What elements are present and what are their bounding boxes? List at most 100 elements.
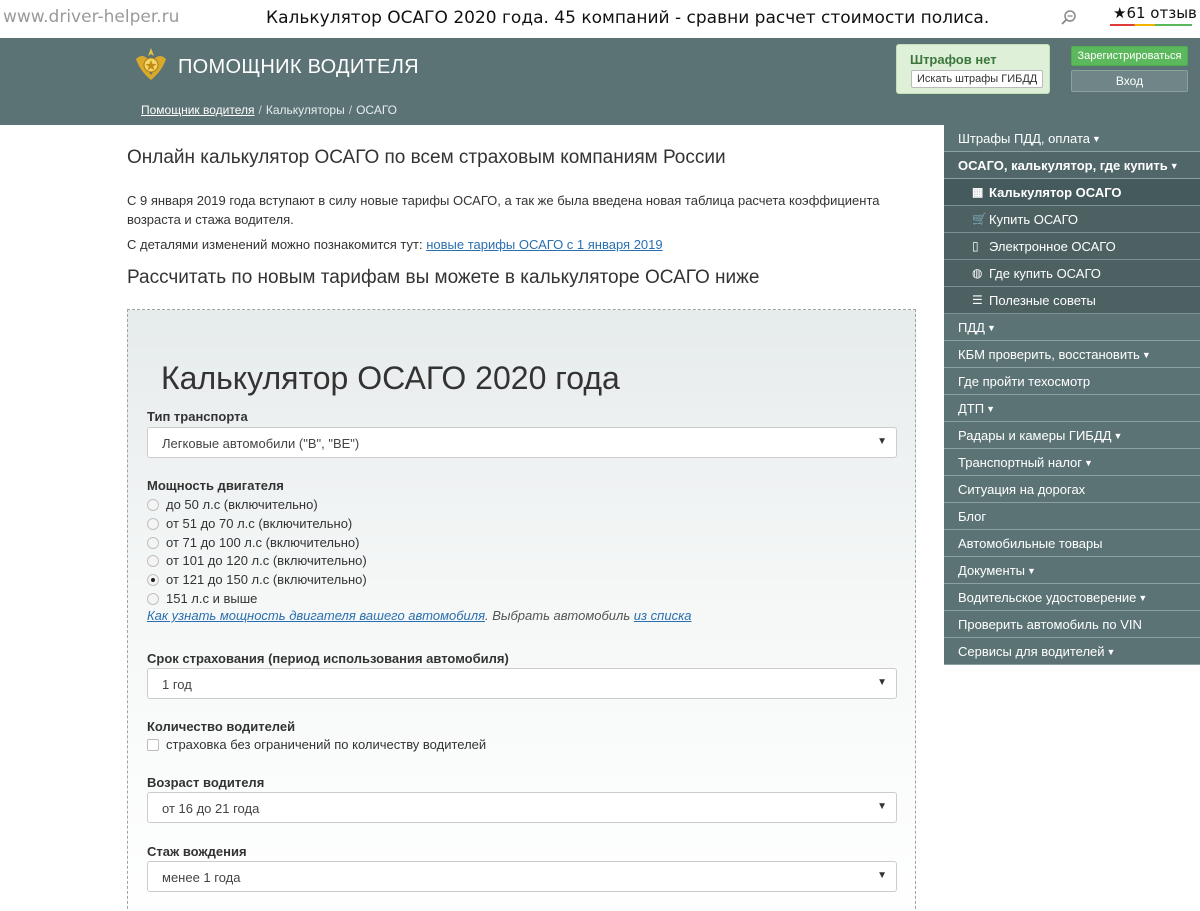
zoom-icon[interactable] xyxy=(1060,9,1078,27)
sidebar-item[interactable]: ОСАГО, калькулятор, где купить ▼ xyxy=(944,152,1200,179)
engine-power-radio[interactable] xyxy=(147,555,159,568)
star-icon: ★ xyxy=(1113,4,1127,22)
driver-age-select[interactable]: от 16 до 21 года ▼ xyxy=(147,792,897,823)
driving-experience-value: менее 1 года xyxy=(162,870,241,885)
brand-title[interactable]: ПОМОЩНИК ВОДИТЕЛЯ xyxy=(178,56,419,79)
drivers-count-label: Количество водителей xyxy=(147,719,296,734)
sidebar-item[interactable]: Штрафы ПДД, оплата ▼ xyxy=(944,125,1200,152)
driving-experience-label: Стаж вождения xyxy=(147,844,247,859)
sidebar-item-label: Сервисы для водителей xyxy=(958,644,1105,659)
vehicle-type-select[interactable]: Легковые автомобили ("B", "BE") ▼ xyxy=(147,427,897,458)
sidebar-item[interactable]: Радары и камеры ГИБДД ▼ xyxy=(944,422,1200,449)
breadcrumb-current: ОСАГО xyxy=(356,103,397,117)
caret-down-icon: ▼ xyxy=(1169,161,1179,171)
page-heading: Онлайн калькулятор ОСАГО по всем страхов… xyxy=(127,147,726,168)
engine-power-option-label: до 50 л.с (включительно) xyxy=(166,497,318,512)
sidebar-item[interactable]: Сервисы для водителей ▼ xyxy=(944,638,1200,665)
grid-icon: ▦ xyxy=(972,185,984,199)
choose-car-from-list-link[interactable]: из списка xyxy=(634,608,692,623)
sidebar-subitem[interactable]: 🛒 Купить ОСАГО xyxy=(944,206,1200,233)
sidebar-item[interactable]: Проверить автомобиль по VIN xyxy=(944,611,1200,638)
engine-power-help-link[interactable]: Как узнать мощность двигателя вашего авт… xyxy=(147,608,485,623)
engine-power-label: Мощность двигателя xyxy=(147,478,284,493)
engine-power-radio[interactable] xyxy=(147,574,159,587)
breadcrumb-separator: / xyxy=(258,103,262,117)
sidebar-subitem[interactable]: ◍ Где купить ОСАГО xyxy=(944,260,1200,287)
engine-power-radio[interactable] xyxy=(147,593,159,605)
login-button[interactable]: Вход xyxy=(1071,70,1188,92)
chevron-down-icon: ▼ xyxy=(877,677,887,688)
caret-down-icon: ▼ xyxy=(1084,458,1093,468)
register-button[interactable]: Зарегистрироваться xyxy=(1071,46,1188,66)
driver-age-label: Возраст водителя xyxy=(147,775,265,790)
globe-icon: ◍ xyxy=(972,266,983,280)
logo-emblem-icon[interactable] xyxy=(132,45,170,83)
engine-help-text: . Выбрать автомобиль xyxy=(485,608,634,623)
sidebar-item-label: Проверить автомобиль по VIN xyxy=(958,617,1142,632)
new-tariffs-link[interactable]: новые тарифы ОСАГО с 1 января 2019 xyxy=(426,237,662,252)
engine-power-radio[interactable] xyxy=(147,499,159,511)
fines-widget: Штрафов нет Искать штрафы ГИБДД xyxy=(896,44,1050,94)
caret-down-icon: ▼ xyxy=(986,323,996,333)
sidebar-item[interactable]: Блог xyxy=(944,503,1200,530)
unlimited-drivers-label: страховка без ограничений по количеству … xyxy=(166,737,487,752)
sidebar-item-label: ОСАГО, калькулятор, где купить xyxy=(958,158,1168,173)
sidebar-item[interactable]: Где пройти техосмотр xyxy=(944,368,1200,395)
sidebar-subitem-label: Калькулятор ОСАГО xyxy=(989,185,1122,200)
sidebar-item[interactable]: Транспортный налог ▼ xyxy=(944,449,1200,476)
chevron-down-icon: ▼ xyxy=(877,801,887,812)
breadcrumb-calculators[interactable]: Калькуляторы xyxy=(266,103,345,117)
page-title: Калькулятор ОСАГО 2020 года. 45 компаний… xyxy=(266,8,990,28)
caret-down-icon: ▼ xyxy=(1138,593,1148,603)
sidebar-item-label: Блог xyxy=(958,509,987,524)
vehicle-type-label: Тип транспорта xyxy=(147,409,248,424)
chevron-down-icon: ▼ xyxy=(877,870,887,881)
sidebar-item-label: Документы xyxy=(958,563,1026,578)
intro-text: С 9 января 2019 года вступают в силу нов… xyxy=(127,193,880,227)
sidebar-item-label: Транспортный налог xyxy=(958,455,1083,470)
search-fines-button[interactable]: Искать штрафы ГИБДД xyxy=(911,70,1044,88)
driving-experience-select[interactable]: менее 1 года ▼ xyxy=(147,861,897,892)
sidebar-item[interactable]: Документы ▼ xyxy=(944,557,1200,584)
reviews-rating-bar xyxy=(1110,24,1192,26)
vehicle-type-value: Легковые автомобили ("B", "BE") xyxy=(162,436,360,451)
sidebar-subitem[interactable]: ▯ Электронное ОСАГО xyxy=(944,233,1200,260)
engine-power-radio[interactable] xyxy=(147,536,159,549)
sidebar-subitem[interactable]: ▦ Калькулятор ОСАГО xyxy=(944,179,1200,206)
sidebar-item[interactable]: Водительское удостоверение ▼ xyxy=(944,584,1200,611)
sidebar-item-label: Штрафы ПДД, оплата xyxy=(958,131,1090,146)
sidebar-item[interactable]: КБМ проверить, восстановить ▼ xyxy=(944,341,1200,368)
engine-power-help: Как узнать мощность двигателя вашего авт… xyxy=(147,608,691,623)
engine-power-option-label: 151 л.с и выше xyxy=(166,591,258,606)
sidebar-item-label: Ситуация на дорогах xyxy=(958,482,1086,497)
unlimited-drivers-checkbox[interactable] xyxy=(147,739,159,751)
caret-down-icon: ▼ xyxy=(1113,431,1123,441)
sidebar-item-label: КБМ проверить, восстановить xyxy=(958,347,1140,362)
engine-power-option-label: от 121 до 150 л.с (включительно) xyxy=(166,572,367,588)
sidebar-item[interactable]: ПДД ▼ xyxy=(944,314,1200,341)
sidebar-subitem[interactable]: ☰ Полезные советы xyxy=(944,287,1200,314)
breadcrumb-home-link[interactable]: Помощник водителя xyxy=(141,103,255,117)
sidebar-item[interactable]: ДТП ▼ xyxy=(944,395,1200,422)
engine-power-radio[interactable] xyxy=(147,517,159,530)
caret-down-icon: ▼ xyxy=(1141,350,1151,360)
sidebar-item[interactable]: Автомобильные товары xyxy=(944,530,1200,557)
sidebar-item-label: Где пройти техосмотр xyxy=(958,374,1091,389)
sidebar-subitem-label: Полезные советы xyxy=(989,293,1096,308)
insurance-period-select[interactable]: 1 год ▼ xyxy=(147,668,897,699)
caret-down-icon: ▼ xyxy=(1106,647,1116,657)
site-url[interactable]: www.driver-helper.ru xyxy=(3,7,179,27)
engine-power-option-label: от 101 до 120 л.с (включительно) xyxy=(166,553,367,569)
calculator-intro-heading: Рассчитать по новым тарифам вы можете в … xyxy=(127,267,760,288)
top-bar: www.driver-helper.ru Калькулятор ОСАГО 2… xyxy=(0,0,1200,38)
reviews-link[interactable]: ★61 отзыв xyxy=(1113,4,1197,22)
reviews-count: 61 отзыв xyxy=(1126,4,1197,22)
breadcrumb-separator: / xyxy=(348,103,353,117)
engine-power-option-label: от 71 до 100 л.с (включительно) xyxy=(166,534,360,550)
engine-power-option-label: от 51 до 70 л.с (включительно) xyxy=(166,515,353,531)
sidebar-item-label: Автомобильные товары xyxy=(958,536,1103,551)
caret-down-icon: ▼ xyxy=(1027,566,1036,576)
sidebar-item[interactable]: Ситуация на дорогах xyxy=(944,476,1200,503)
cart-icon: 🛒 xyxy=(972,212,987,226)
phone-icon: ▯ xyxy=(972,239,979,253)
